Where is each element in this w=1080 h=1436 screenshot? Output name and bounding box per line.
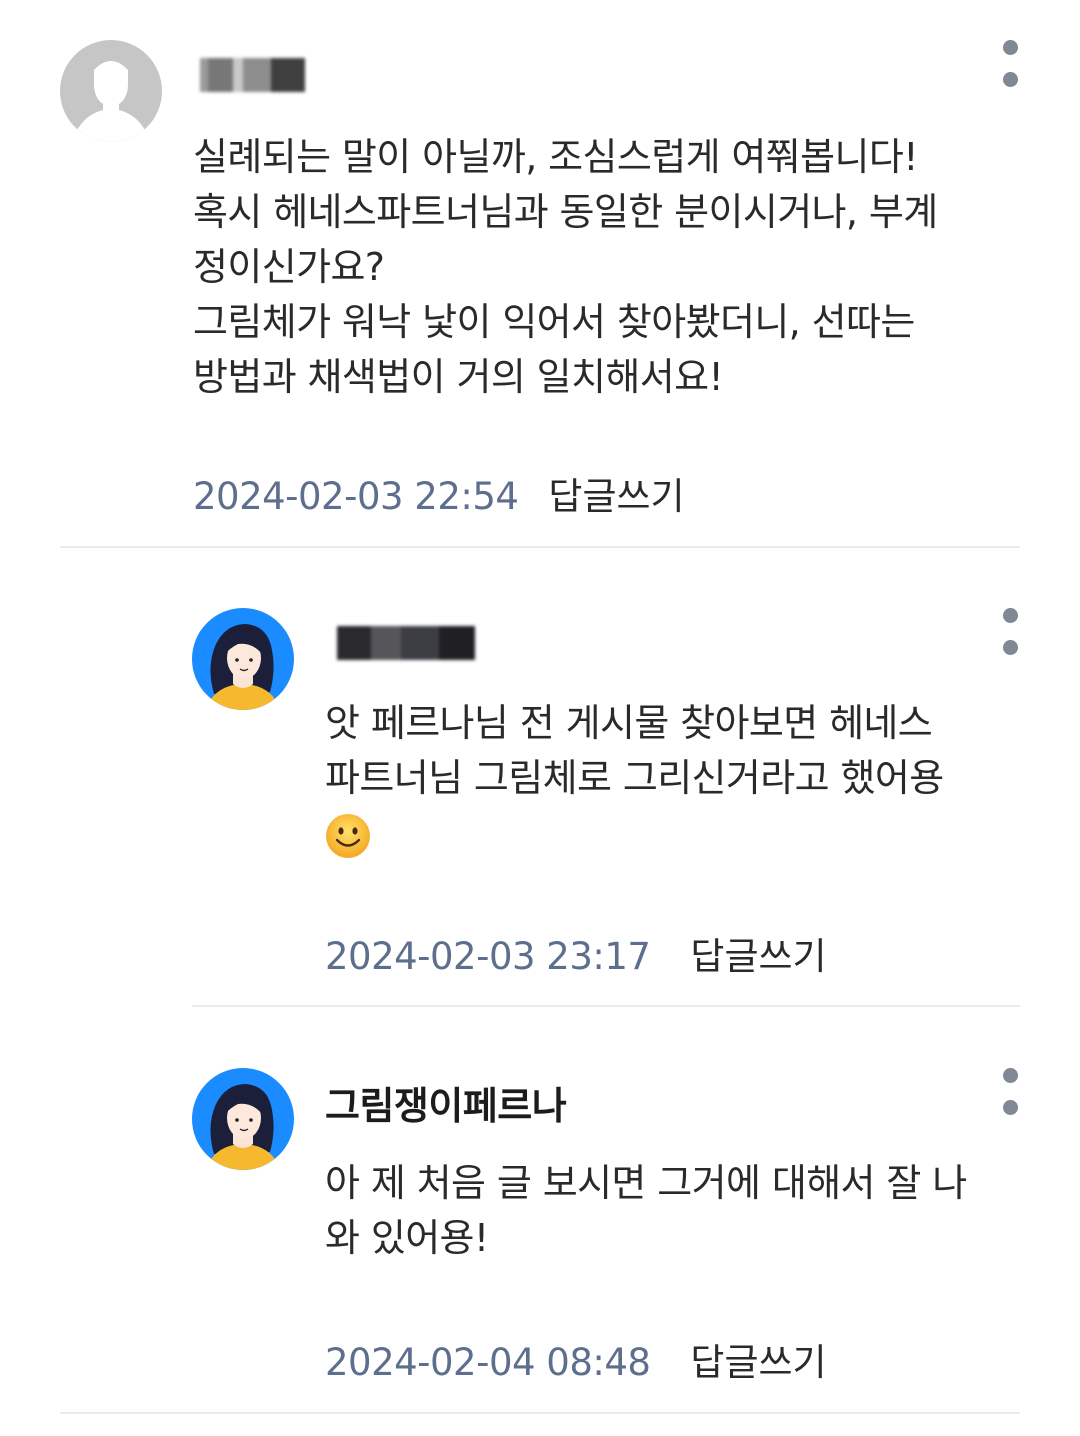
more-options-icon[interactable] xyxy=(1000,40,1020,88)
comment-timestamp: 2024-02-03 22:54 xyxy=(193,475,519,518)
reply-button[interactable]: 답글쓰기 xyxy=(690,1341,826,1384)
reply-button[interactable]: 답글쓰기 xyxy=(548,475,684,518)
comment-timestamp: 2024-02-04 08:48 xyxy=(325,1341,651,1384)
comment-meta: 2024-02-03 23:17 답글쓰기 xyxy=(325,926,827,980)
author-name[interactable]: 그림쟁이페르나 xyxy=(325,1075,567,1130)
emoji-line xyxy=(325,806,944,861)
comment-text: 아 제 처음 글 보시면 그거에 대해서 잘 나 와 있어용! xyxy=(325,1156,967,1266)
avatar[interactable] xyxy=(60,40,162,142)
comment-line: 그림체가 워낙 낯이 익어서 찾아봤더니, 선따는 xyxy=(193,300,915,344)
comment-line: 혹시 헤네스파트너님과 동일한 분이시거나, 부계 xyxy=(193,190,938,234)
comment-text: 앗 페르나님 전 게시물 찾아보면 헤네스 파트너님 그림체로 그리신거라고 했… xyxy=(325,696,944,861)
girl-avatar-icon xyxy=(192,608,294,710)
comment-timestamp: 2024-02-03 23:17 xyxy=(325,935,651,978)
smiling-face-emoji xyxy=(326,813,370,858)
divider xyxy=(60,546,1020,548)
comment-text: 실례되는 말이 아닐까, 조심스럽게 여쭤봅니다! 혹시 헤네스파트너님과 동일… xyxy=(193,130,938,405)
avatar[interactable] xyxy=(192,1068,294,1170)
reply-button[interactable]: 답글쓰기 xyxy=(690,935,826,978)
girl-avatar-icon xyxy=(192,1068,294,1170)
comment-line: 방법과 채색법이 거의 일치해서요! xyxy=(193,355,724,399)
comment-line: 정이신가요? xyxy=(193,245,385,289)
divider xyxy=(60,1412,1020,1414)
comment-line: 파트너님 그림체로 그리신거라고 했어용 xyxy=(325,756,944,800)
author-name-redacted xyxy=(200,58,305,92)
divider xyxy=(192,1005,1020,1007)
avatar[interactable] xyxy=(192,608,294,710)
comment-line: 아 제 처음 글 보시면 그거에 대해서 잘 나 xyxy=(325,1161,967,1205)
comment-meta: 2024-02-03 22:54 답글쓰기 xyxy=(193,466,685,520)
default-profile-icon xyxy=(60,40,162,142)
comment-meta: 2024-02-04 08:48 답글쓰기 xyxy=(325,1332,827,1386)
comment-line: 실례되는 말이 아닐까, 조심스럽게 여쭤봅니다! xyxy=(193,135,918,179)
comment-line: 와 있어용! xyxy=(325,1216,489,1260)
more-options-icon[interactable] xyxy=(1000,608,1020,656)
author-name-redacted xyxy=(337,626,475,660)
more-options-icon[interactable] xyxy=(1000,1068,1020,1116)
comment-line: 앗 페르나님 전 게시물 찾아보면 헤네스 xyxy=(325,701,933,745)
